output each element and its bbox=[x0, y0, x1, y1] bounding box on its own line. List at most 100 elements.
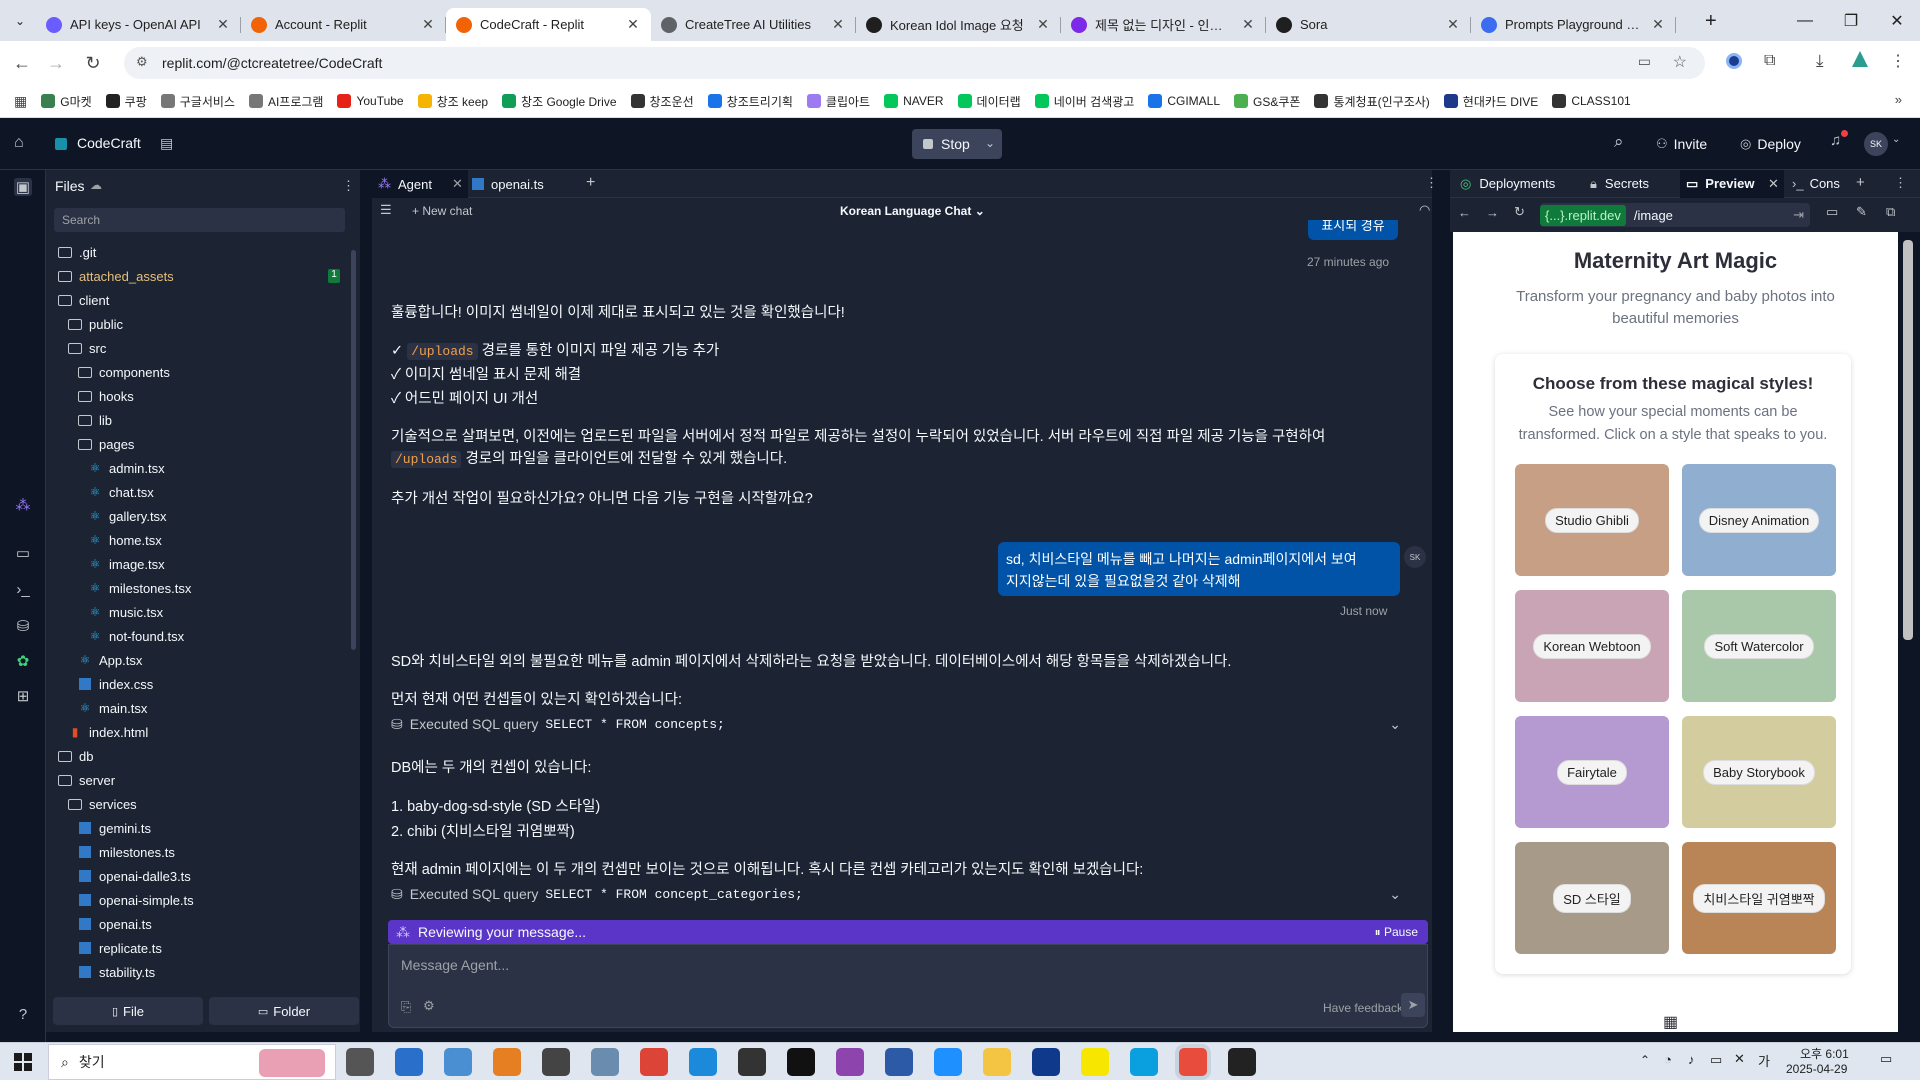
app-icon[interactable] bbox=[493, 1048, 521, 1076]
folder-item[interactable]: services bbox=[68, 792, 137, 816]
bookmark-item[interactable]: 통계청표(인구조사) bbox=[1314, 93, 1430, 110]
folder-item[interactable]: src bbox=[68, 336, 106, 360]
bookmark-item[interactable]: 쿠팡 bbox=[105, 93, 147, 110]
tabs-menu-icon[interactable]: ⋮ bbox=[1425, 175, 1438, 191]
bookmark-item[interactable]: 창조트리기획 bbox=[707, 93, 793, 110]
style-card[interactable]: SD 스타일 bbox=[1515, 842, 1669, 954]
bookmark-item[interactable]: G마켓 bbox=[41, 93, 92, 110]
style-card[interactable]: Korean Webtoon bbox=[1515, 590, 1669, 702]
settings-icon[interactable]: ⚙ bbox=[423, 998, 435, 1014]
shell-icon[interactable]: ›_ bbox=[14, 581, 32, 599]
folder-item[interactable]: lib bbox=[78, 408, 112, 432]
preview-url-field[interactable]: {...}.replit.dev /image ⇥ bbox=[1540, 203, 1810, 227]
preview-back-icon[interactable]: ← bbox=[1458, 205, 1471, 220]
message-input[interactable]: Message Agent... ⎘ ⚙ Have feedback? ➤ bbox=[388, 944, 1428, 1028]
invite-button[interactable]: ⚇ Invite bbox=[1650, 130, 1713, 158]
folder-item[interactable]: .git bbox=[58, 240, 96, 264]
close-tab-icon[interactable]: ✕ bbox=[830, 16, 846, 33]
sql-action-row[interactable]: ⛁ Executed SQL query SELECT * FROM conce… bbox=[391, 884, 1411, 904]
file-item[interactable]: ⚛ music.tsx bbox=[88, 600, 164, 624]
file-explorer-icon[interactable] bbox=[983, 1048, 1011, 1076]
avatar-chevron-icon[interactable]: ⌄ bbox=[1892, 134, 1900, 145]
close-tab-icon[interactable]: ✕ bbox=[1445, 16, 1461, 33]
chat-title[interactable]: Korean Language Chat ⌄ bbox=[840, 204, 985, 218]
file-item[interactable]: ⚛ home.tsx bbox=[88, 528, 162, 552]
help-icon[interactable]: ? bbox=[14, 1006, 32, 1024]
file-item[interactable]: ⚛ chat.tsx bbox=[88, 480, 154, 504]
photoshop-icon[interactable] bbox=[1032, 1048, 1060, 1076]
folder-item[interactable]: server bbox=[58, 768, 115, 792]
file-item[interactable]: index.css bbox=[78, 672, 153, 696]
close-tab-icon[interactable]: ✕ bbox=[1240, 16, 1256, 33]
folder-item[interactable]: attached_assets bbox=[58, 264, 174, 288]
devices-icon[interactable]: ▭ bbox=[1826, 204, 1838, 220]
file-item[interactable]: stability.ts bbox=[78, 960, 155, 984]
ime-icon[interactable]: 가 bbox=[1758, 1051, 1770, 1070]
file-item[interactable]: ▮ index.html bbox=[68, 720, 149, 744]
files-search-input[interactable]: Search bbox=[54, 208, 345, 232]
browser-tab[interactable]: CreateTree AI Utilities ✕ bbox=[651, 8, 856, 41]
pause-button[interactable]: ⏸ Pause bbox=[1375, 925, 1418, 940]
forward-icon[interactable]: → bbox=[39, 46, 73, 80]
browser-tab[interactable]: Sora ✕ bbox=[1266, 8, 1471, 41]
volume-icon[interactable]: ♪ bbox=[1688, 1052, 1695, 1067]
expand-chevron-icon[interactable]: ⌄ bbox=[1389, 716, 1401, 733]
download-icon[interactable]: ⤓ bbox=[1816, 51, 1824, 71]
app-icon[interactable] bbox=[591, 1048, 619, 1076]
feedback-link[interactable]: Have feedback? bbox=[1323, 1001, 1410, 1015]
attach-icon[interactable]: ⎘ bbox=[401, 999, 411, 1015]
file-item[interactable]: ⚛ milestones.tsx bbox=[88, 576, 192, 600]
expand-chevron-icon[interactable]: ⌄ bbox=[1389, 886, 1401, 903]
preview-icon[interactable]: ▭ bbox=[14, 544, 32, 562]
project-name[interactable]: CodeCraft bbox=[77, 135, 141, 151]
clock-time[interactable]: 오후 6:01 bbox=[1800, 1045, 1849, 1062]
sql-action-row[interactable]: ⛁ Executed SQL query SELECT * FROM conce… bbox=[391, 714, 1411, 734]
folder-item[interactable]: db bbox=[58, 744, 93, 768]
app-icon[interactable] bbox=[444, 1048, 472, 1076]
bookmark-item[interactable]: CLASS101 bbox=[1552, 94, 1631, 108]
style-card[interactable]: Studio Ghibli bbox=[1515, 464, 1669, 576]
folder-item[interactable]: public bbox=[68, 312, 123, 336]
bookmark-item[interactable]: GS&쿠폰 bbox=[1234, 93, 1300, 110]
tray-chevron-icon[interactable]: ⌃ bbox=[1640, 1053, 1650, 1067]
all-tools-icon[interactable]: ⊞ bbox=[14, 687, 32, 705]
bookmark-item[interactable]: AI프로그램 bbox=[248, 93, 323, 110]
new-folder-button[interactable]: ▭ Folder bbox=[209, 997, 359, 1025]
file-item[interactable]: ⚛ main.tsx bbox=[78, 696, 148, 720]
menu-icon[interactable]: ⋮ bbox=[1890, 51, 1906, 71]
style-card[interactable]: Baby Storybook bbox=[1682, 716, 1836, 828]
install-icon[interactable]: ▭ bbox=[1638, 53, 1651, 70]
bookmark-item[interactable]: NAVER bbox=[884, 94, 944, 108]
close-tab-icon[interactable]: ✕ bbox=[215, 16, 231, 33]
chrome-icon[interactable] bbox=[640, 1048, 668, 1076]
new-tab-button[interactable]: + bbox=[1705, 10, 1717, 33]
close-tab-icon[interactable]: ✕ bbox=[625, 16, 641, 33]
battery-icon[interactable]: ▭ bbox=[1710, 1052, 1722, 1068]
close-tab-icon[interactable]: ✕ bbox=[1650, 16, 1666, 33]
apps-grid-icon[interactable]: ▦ bbox=[14, 93, 27, 110]
new-file-button[interactable]: ▯ File bbox=[53, 997, 203, 1025]
maximize-button[interactable]: ❐ bbox=[1828, 0, 1874, 41]
more-bookmarks-icon[interactable]: » bbox=[1895, 92, 1902, 107]
bookmark-item[interactable]: 창조 Google Drive bbox=[502, 93, 617, 110]
search-icon[interactable]: ⌕ bbox=[1614, 132, 1624, 152]
bookmark-item[interactable]: 구글서비스 bbox=[160, 93, 235, 110]
app-icon[interactable] bbox=[934, 1048, 962, 1076]
tab-preview[interactable]: ▭ Preview ✕ bbox=[1680, 169, 1784, 198]
usage-gauge-icon[interactable]: ◠ bbox=[1419, 202, 1430, 218]
run-options-chevron-icon[interactable]: ⌄ bbox=[978, 129, 1002, 159]
task-view-icon[interactable] bbox=[346, 1048, 374, 1076]
kakaotalk-icon[interactable] bbox=[1081, 1048, 1109, 1076]
wifi-icon[interactable]: ◔ bbox=[1664, 1052, 1672, 1067]
file-item[interactable]: milestones.ts bbox=[78, 840, 175, 864]
notion-icon[interactable] bbox=[738, 1048, 766, 1076]
url-field[interactable]: ⚙ replit.com/@ctcreatetree/CodeCraft ▭ ☆ bbox=[124, 47, 1705, 79]
mute-icon[interactable]: ✕ bbox=[1734, 1051, 1745, 1067]
preview-scrollbar[interactable] bbox=[1903, 240, 1913, 640]
bookmark-item[interactable]: 창조운선 bbox=[630, 93, 694, 110]
bookmark-item[interactable]: 데이터랩 bbox=[957, 93, 1021, 110]
file-item[interactable]: gemini.ts bbox=[78, 816, 151, 840]
open-new-tab-icon[interactable]: ⧉ bbox=[1886, 204, 1895, 220]
chrome-icon[interactable] bbox=[1179, 1048, 1207, 1076]
file-item[interactable]: ⚛ gallery.tsx bbox=[88, 504, 167, 528]
